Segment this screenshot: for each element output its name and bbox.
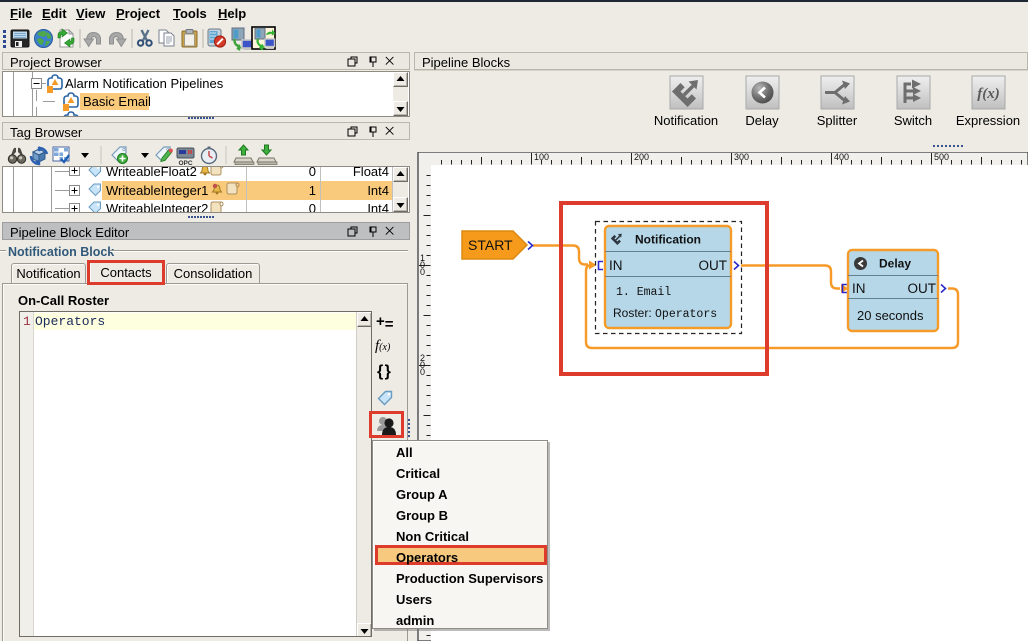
svg-text:WriteableInteger2: WriteableInteger2 bbox=[106, 201, 208, 212]
svg-text:200: 200 bbox=[634, 152, 649, 162]
svg-text:0: 0 bbox=[420, 267, 425, 277]
svg-text:100: 100 bbox=[534, 152, 549, 162]
svg-text:0: 0 bbox=[309, 201, 316, 212]
svg-text:400: 400 bbox=[834, 152, 849, 162]
svg-text:Switch: Switch bbox=[894, 113, 932, 128]
svg-text:Notification: Notification bbox=[654, 113, 718, 128]
svg-text:OUT: OUT bbox=[908, 281, 937, 296]
svg-text:300: 300 bbox=[734, 152, 749, 162]
svg-text:OUT: OUT bbox=[699, 258, 728, 273]
svg-text:IN: IN bbox=[852, 281, 866, 296]
svg-text:IN: IN bbox=[609, 258, 623, 273]
svg-text:Basic Email: Basic Email bbox=[83, 94, 151, 109]
svg-text:1: 1 bbox=[309, 183, 316, 198]
svg-text:WriteableInteger1: WriteableInteger1 bbox=[106, 183, 208, 198]
svg-text:Alarm Notification Pipelines: Alarm Notification Pipelines bbox=[65, 76, 224, 91]
svg-text:Float4: Float4 bbox=[353, 167, 389, 179]
svg-text:0: 0 bbox=[420, 367, 425, 377]
svg-text:f(x): f(x) bbox=[977, 86, 1000, 102]
svg-text:WriteableFloat2: WriteableFloat2 bbox=[106, 167, 197, 179]
svg-text:1. Email: 1. Email bbox=[616, 286, 671, 299]
svg-text:Notification: Notification bbox=[635, 233, 701, 247]
svg-text:Splitter: Splitter bbox=[817, 113, 858, 128]
svg-text:Expression: Expression bbox=[956, 113, 1020, 128]
svg-text:500: 500 bbox=[934, 152, 949, 162]
svg-text:START: START bbox=[468, 237, 513, 253]
svg-text:Delay: Delay bbox=[745, 113, 779, 128]
svg-text:20 seconds: 20 seconds bbox=[857, 308, 924, 323]
svg-text:Int4: Int4 bbox=[367, 201, 389, 212]
svg-text:Delay: Delay bbox=[879, 257, 911, 271]
svg-text:Roster: Operators: Roster: Operators bbox=[613, 306, 717, 321]
svg-text:0: 0 bbox=[309, 167, 316, 179]
svg-text:Int4: Int4 bbox=[367, 183, 389, 198]
